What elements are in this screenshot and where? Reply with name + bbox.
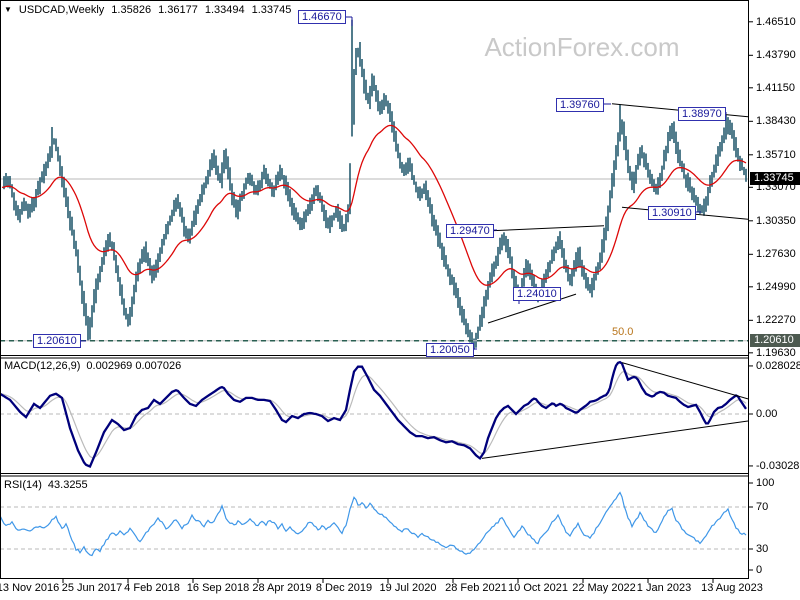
y-axis-label: 1.24990: [756, 280, 796, 293]
chart-window: ▼ USDCAD,Weekly 1.35826 1.36177 1.33494 1.337…: [0, 0, 800, 600]
rsi-pane-label: RSI(14) 43.3255: [4, 479, 94, 491]
price-callout[interactable]: 1.24010: [513, 287, 561, 301]
symbol-dropdown-icon[interactable]: ▼: [4, 5, 12, 14]
price-callout[interactable]: 1.46670: [298, 10, 346, 24]
chart-header: ▼ USDCAD,Weekly 1.35826 1.36177 1.33494 1.337…: [4, 4, 298, 16]
ohlc-low: 1.33494: [204, 4, 245, 16]
y-axis-label: 1.27630: [756, 248, 796, 261]
macd-pane[interactable]: [0, 360, 748, 468]
y-axis-label: -0.030286: [756, 459, 800, 472]
y-axis-label: 100: [756, 477, 775, 489]
price-callout[interactable]: 1.39760: [556, 98, 604, 112]
price-callout[interactable]: 1.29470: [446, 224, 494, 238]
ohlc-open: 1.35826: [111, 4, 152, 16]
y-axis-label: 1.30350: [756, 214, 796, 227]
date-label: 28 Feb 2021: [445, 582, 507, 594]
date-label: 28 Apr 2019: [252, 582, 312, 594]
date-label: 1 Jan 2023: [636, 582, 692, 594]
y-axis-label: 1.38430: [756, 115, 796, 128]
macd-name: MACD(12,26,9): [4, 360, 81, 372]
y-axis-label: 1.19630: [756, 346, 796, 359]
support-price-tag: 1.20610: [750, 334, 800, 347]
y-axis-label: 0: [756, 564, 763, 576]
rsi-pane[interactable]: [0, 491, 748, 557]
date-label: 8 Dec 2019: [315, 582, 373, 594]
price-pane[interactable]: [0, 19, 748, 350]
ohlc-high: 1.36177: [158, 4, 198, 16]
date-label: 10 Oct 2021: [508, 582, 568, 594]
price-callout[interactable]: 1.20610: [33, 334, 81, 348]
date-label: 25 Jun 2017: [61, 582, 123, 594]
date-label: 13 Nov 2016: [0, 582, 60, 594]
rsi-name: RSI(14): [4, 479, 42, 491]
y-axis-label: 70: [756, 501, 769, 513]
date-label: 22 May 2022: [572, 582, 636, 594]
macd-pane-label: MACD(12,26,9) 0.002969 0.007026: [4, 360, 187, 372]
date-label: 4 Feb 2018: [124, 582, 180, 594]
y-axis-label: 1.46510: [756, 15, 796, 28]
price-trendline[interactable]: [487, 225, 605, 232]
y-axis-label: 1.22270: [756, 314, 796, 327]
date-label: 16 Sep 2018: [186, 582, 250, 594]
chart-canvas[interactable]: [0, 0, 800, 600]
price-callout[interactable]: 1.20050: [426, 343, 474, 357]
date-label: 13 Aug 2023: [701, 582, 763, 594]
ohlc-close: 1.33745: [251, 4, 292, 16]
y-axis-label: 1.35710: [756, 148, 796, 161]
actionforex-watermark: ActionForex.com: [484, 32, 680, 62]
y-axis-label: 30: [756, 543, 769, 555]
fib-50-label[interactable]: 50.0: [612, 326, 633, 338]
price-callout[interactable]: 1.38970: [678, 107, 726, 121]
price-callout[interactable]: 1.30910: [648, 206, 696, 220]
y-axis-label: 0.028028: [756, 359, 800, 372]
symbol-title: USDCAD,Weekly: [18, 4, 105, 16]
y-axis-label: 1.41150: [756, 81, 795, 94]
rsi-value: 43.3255: [47, 479, 88, 491]
macd-values: 0.002969 0.007026: [86, 360, 182, 372]
macd-trendline[interactable]: [481, 420, 748, 459]
current-price-tag: 1.33745: [750, 172, 800, 185]
y-axis-label: 1.43790: [756, 49, 796, 62]
date-label: 19 Jul 2020: [379, 582, 437, 594]
y-axis-label: 0.00: [756, 408, 778, 420]
macd-trendline[interactable]: [621, 362, 748, 400]
